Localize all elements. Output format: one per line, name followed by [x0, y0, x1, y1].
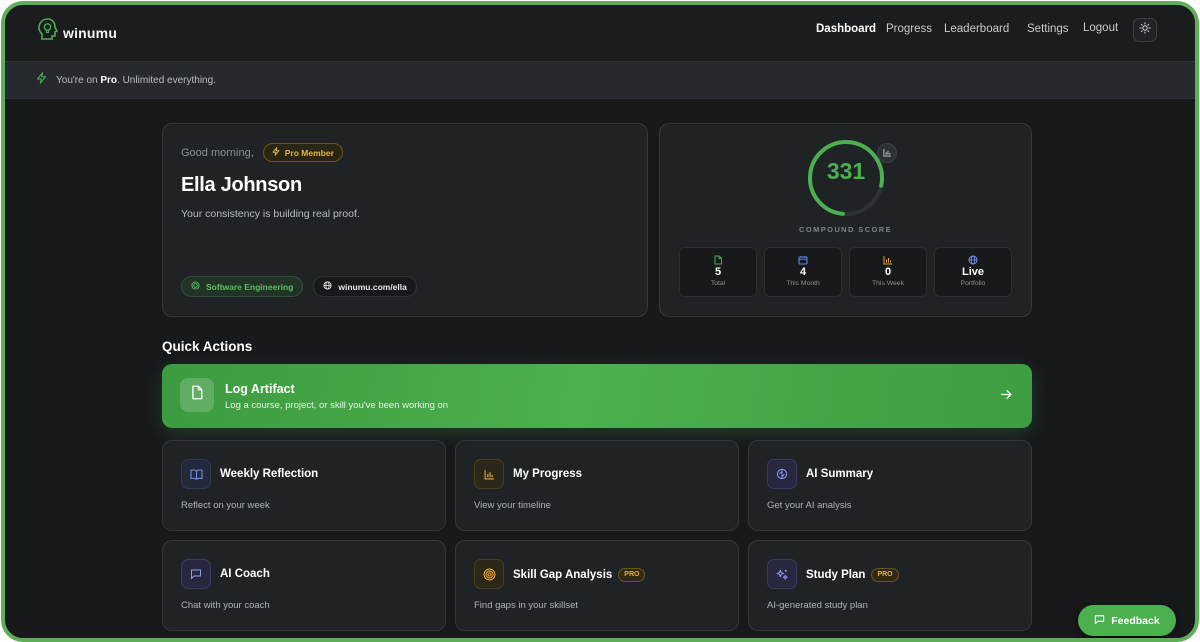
stat-this-week-label: This Week — [872, 280, 904, 287]
compound-score-label: COMPOUND SCORE — [799, 225, 892, 234]
sun-icon — [1139, 21, 1151, 39]
my-progress-title: My Progress — [513, 468, 583, 480]
nav-progress[interactable]: Progress — [886, 23, 932, 35]
ai-summary-title: AI Summary — [806, 468, 874, 480]
feedback-button[interactable]: Feedback — [1078, 605, 1176, 636]
my-progress-card[interactable]: My Progress View your timeline — [455, 440, 739, 531]
stat-this-week-value: 0 — [884, 266, 892, 278]
weekly-reflection-subtitle: Reflect on your week — [181, 500, 270, 511]
target-icon — [191, 281, 200, 292]
theme-toggle-button[interactable] — [1133, 18, 1157, 42]
globe-icon — [968, 255, 978, 265]
file-icon — [190, 385, 204, 405]
skill-gap-analysis-title: Skill Gap Analysis — [513, 569, 613, 581]
study-plan-subtitle: AI-generated study plan — [767, 600, 868, 611]
stat-portfolio-value: Live — [961, 266, 984, 278]
nav-logout[interactable]: Logout — [1083, 22, 1118, 34]
compound-score-card: 331 COMPOUND SCORE 5 Total 4 This Month … — [659, 123, 1032, 317]
stat-total-value: 5 — [714, 266, 722, 278]
my-progress-subtitle: View your timeline — [474, 500, 551, 511]
banner-suffix: . Unlimited everything. — [117, 74, 216, 86]
stat-total: 5 Total — [679, 247, 757, 297]
weekly-reflection-title: Weekly Reflection — [220, 468, 319, 480]
ai-summary-card[interactable]: AI Summary Get your AI analysis — [748, 440, 1032, 531]
top-navbar: winumu Dashboard Progress Leaderboard Se… — [5, 5, 1195, 61]
stat-this-month-value: 4 — [799, 266, 807, 278]
bar-chart-icon — [474, 459, 504, 489]
field-label: Software Engineering — [206, 281, 294, 292]
portfolio-link-chip[interactable]: winumu.com/ella — [313, 276, 417, 297]
field-chip: Software Engineering — [181, 276, 304, 297]
book-icon — [181, 459, 211, 489]
skill-gap-analysis-card[interactable]: Skill Gap Analysis PRO Find gaps in your… — [455, 540, 739, 631]
portfolio-url: winumu.com/ella — [338, 281, 407, 292]
skill-gap-analysis-subtitle: Find gaps in your skillset — [474, 600, 579, 611]
sparkles-icon — [767, 559, 797, 589]
arrow-right-icon — [1000, 388, 1013, 406]
bar-chart-icon — [882, 144, 892, 162]
log-artifact-title: Log Artifact — [225, 382, 295, 396]
stat-portfolio[interactable]: Live Portfolio — [934, 247, 1012, 297]
pro-member-badge: Pro Member — [262, 143, 343, 162]
target-icon — [474, 559, 504, 589]
stat-this-month: 4 This Month — [764, 247, 842, 297]
banner-plan: Pro — [100, 74, 118, 86]
main-nav: Dashboard Progress Leaderboard Settings … — [5, 22, 1195, 43]
globe-icon — [323, 281, 332, 292]
stat-this-month-label: This Month — [786, 280, 820, 287]
log-artifact-icon-box — [180, 378, 214, 412]
nav-dashboard[interactable]: Dashboard — [816, 23, 876, 35]
score-chart-button[interactable] — [877, 143, 897, 163]
study-plan-title: Study Plan — [806, 569, 866, 581]
chat-icon — [1094, 614, 1105, 628]
pro-tag: PRO — [871, 568, 899, 582]
stat-portfolio-label: Portfolio — [960, 280, 986, 287]
stat-total-label: Total — [710, 280, 726, 287]
app-window: winumu Dashboard Progress Leaderboard Se… — [1, 1, 1199, 642]
log-artifact-subtitle: Log a course, project, or skill you've b… — [225, 400, 449, 411]
log-artifact-button[interactable]: Log Artifact Log a course, project, or s… — [162, 364, 1032, 428]
ai-coach-subtitle: Chat with your coach — [181, 600, 270, 611]
nav-settings[interactable]: Settings — [1027, 23, 1069, 35]
pro-banner: You're on Pro. Unlimited everything. — [5, 61, 1195, 99]
calendar-icon — [798, 256, 808, 265]
banner-text: You're on Pro. Unlimited everything. — [56, 75, 216, 86]
brain-icon — [767, 459, 797, 489]
ai-coach-title: AI Coach — [220, 568, 270, 580]
lightning-icon — [272, 147, 280, 158]
user-name: Ella Johnson — [181, 174, 302, 196]
pro-member-label: Pro Member — [284, 147, 334, 158]
study-plan-card[interactable]: Study Plan PRO AI-generated study plan — [748, 540, 1032, 631]
bar-chart-icon — [883, 256, 892, 265]
feedback-label: Feedback — [1111, 614, 1160, 627]
compound-score-value: 331 — [826, 158, 866, 184]
banner-prefix: You're on — [56, 74, 101, 86]
profile-tagline: Your consistency is building real proof. — [181, 208, 360, 220]
lightning-icon — [36, 71, 47, 89]
stat-this-week: 0 This Week — [849, 247, 927, 297]
ai-coach-card[interactable]: AI Coach Chat with your coach — [162, 540, 446, 631]
quick-actions-title: Quick Actions — [162, 339, 253, 354]
profile-card: Good morning, Pro Member Ella Johnson Yo… — [162, 123, 648, 317]
ai-summary-subtitle: Get your AI analysis — [767, 500, 852, 511]
pro-tag: PRO — [618, 568, 646, 582]
nav-leaderboard[interactable]: Leaderboard — [944, 23, 1009, 35]
file-icon — [714, 255, 722, 265]
chat-icon — [181, 559, 211, 589]
weekly-reflection-card[interactable]: Weekly Reflection Reflect on your week — [162, 440, 446, 531]
greeting-text: Good morning, — [181, 146, 254, 159]
